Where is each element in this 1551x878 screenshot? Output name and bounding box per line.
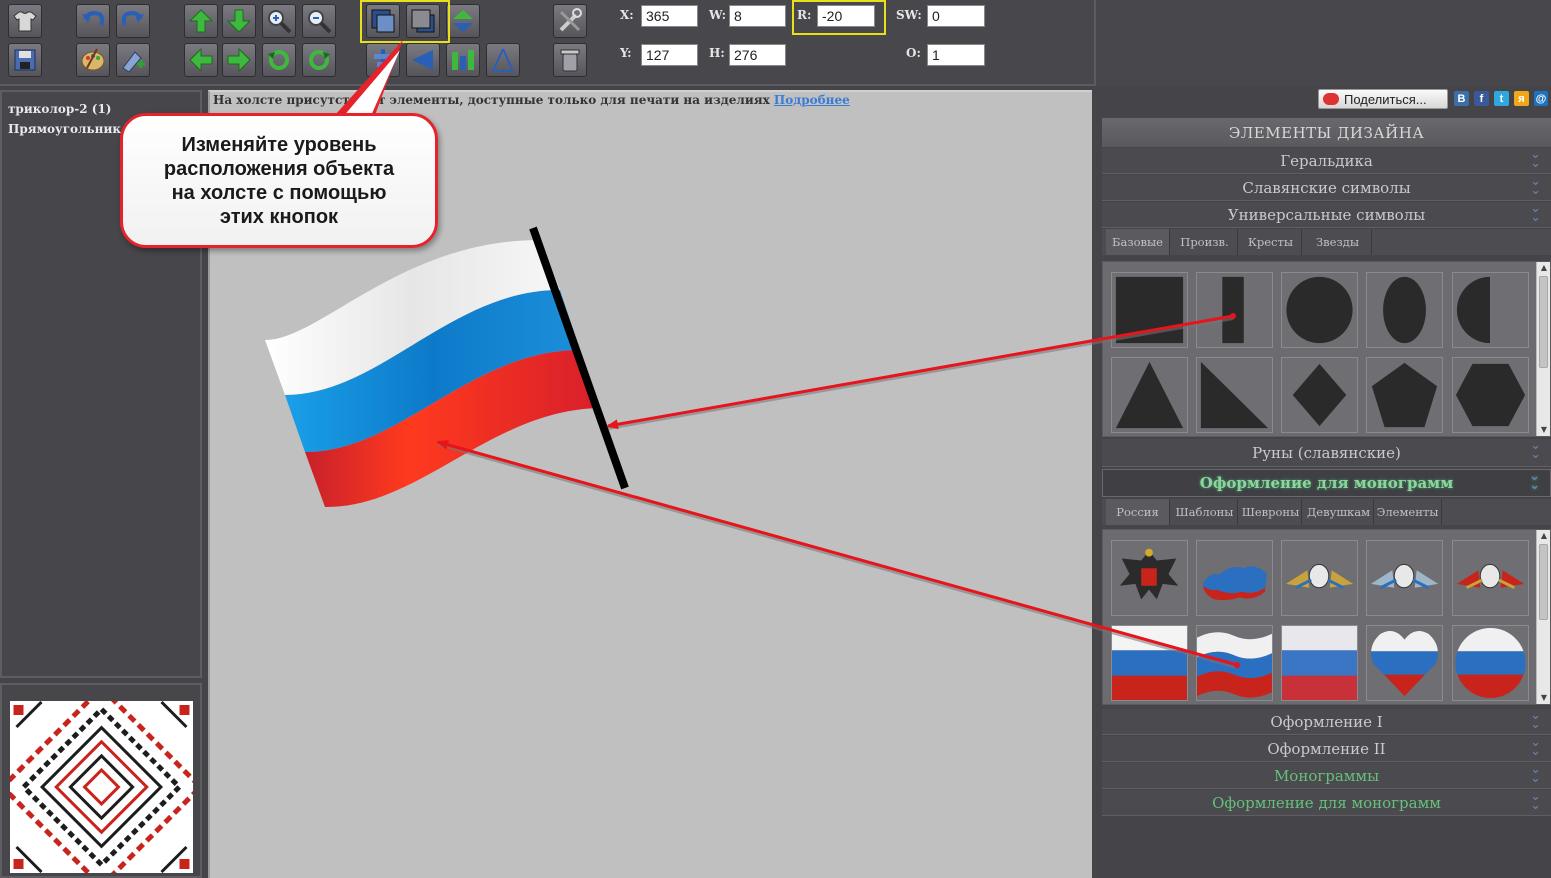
image-coat-of-arms[interactable] — [1111, 540, 1188, 616]
monogram-subtabs: Россия Шаблоны Шевроны Девушкам Элементы — [1102, 499, 1551, 525]
category-monograms[interactable]: Монограммы ⌄ ⌄ — [1102, 763, 1551, 789]
chevron-down-icon: ⌄ ⌄ — [1530, 147, 1541, 171]
scroll-up-icon[interactable]: ▲ — [1537, 530, 1551, 542]
tab-for-girls[interactable]: Девушкам — [1304, 499, 1374, 525]
scroll-thumb[interactable] — [1539, 544, 1548, 620]
chevron-down-icon: ⌄ ⌄ — [1530, 789, 1541, 813]
shape-diamond[interactable] — [1281, 357, 1358, 433]
tab-elements[interactable]: Элементы — [1374, 499, 1442, 525]
shapes-scrollbar[interactable]: ▲ ▼ — [1536, 262, 1550, 436]
category-slavic-symbols[interactable]: Славянские символы ⌄ ⌄ — [1102, 175, 1551, 201]
chevron-down-icon: ⌄ ⌄ — [1529, 469, 1540, 493]
panel-title: ЭЛЕМЕНТЫ ДИЗАЙНА — [1102, 118, 1551, 147]
tooltip-callout: Изменяйте уровень расположения объекта н… — [120, 113, 438, 248]
shape-hexagon[interactable] — [1452, 357, 1529, 433]
shape-half-circle[interactable] — [1452, 272, 1529, 348]
chevron-down-icon: ⌄ ⌄ — [1530, 708, 1541, 732]
twitter-icon[interactable]: t — [1494, 91, 1509, 106]
image-flag-flat[interactable] — [1111, 625, 1188, 701]
scroll-down-icon[interactable]: ▼ — [1537, 424, 1551, 436]
shape-circle[interactable] — [1281, 272, 1358, 348]
scroll-thumb[interactable] — [1539, 276, 1548, 368]
chevron-down-icon: ⌄ ⌄ — [1530, 735, 1541, 759]
tab-derived[interactable]: Произв. — [1172, 229, 1238, 255]
category-monogram-design[interactable]: Оформление для монограмм ⌄ ⌄ — [1102, 469, 1551, 497]
scroll-up-icon[interactable]: ▲ — [1537, 262, 1551, 274]
shape-ellipse[interactable] — [1366, 272, 1443, 348]
odnoklassniki-icon[interactable]: я — [1514, 91, 1529, 106]
chevron-down-icon: ⌄ ⌄ — [1530, 762, 1541, 786]
category-heraldry[interactable]: Геральдика ⌄ ⌄ — [1102, 148, 1551, 174]
vk-icon[interactable]: В — [1454, 91, 1469, 106]
share-icon — [1323, 93, 1339, 105]
shape-triangle[interactable] — [1111, 357, 1188, 433]
image-flag-circle[interactable] — [1452, 625, 1529, 701]
image-ribbon-emblem-1[interactable] — [1281, 540, 1358, 616]
category-label: Оформление для монограмм — [1199, 474, 1454, 492]
tab-russia[interactable]: Россия — [1106, 499, 1170, 525]
category-design-1[interactable]: Оформление I ⌄ ⌄ — [1102, 709, 1551, 735]
tab-stars[interactable]: Звезды — [1304, 229, 1372, 255]
image-flag-wavy[interactable] — [1196, 625, 1273, 701]
shape-pentagon[interactable] — [1366, 357, 1443, 433]
category-label: Славянские символы — [1242, 178, 1411, 197]
monogram-grid: ▲ ▼ — [1102, 529, 1551, 705]
tab-basic[interactable]: Базовые — [1106, 229, 1170, 255]
image-ribbon-emblem-3[interactable] — [1452, 540, 1529, 616]
category-label: Оформление для монограмм — [1212, 793, 1441, 812]
image-flag-heart[interactable] — [1366, 625, 1443, 701]
tab-crosses[interactable]: Кресты — [1240, 229, 1302, 255]
tab-templates[interactable]: Шаблоны — [1172, 499, 1238, 525]
category-label: Оформление II — [1267, 739, 1386, 758]
category-monogram-design-2[interactable]: Оформление для монограмм ⌄ ⌄ — [1102, 790, 1551, 816]
share-label: Поделиться... — [1344, 91, 1427, 107]
image-russia-map[interactable] — [1196, 540, 1273, 616]
tab-chevrons[interactable]: Шевроны — [1240, 499, 1302, 525]
scroll-down-icon[interactable]: ▼ — [1537, 692, 1551, 704]
category-universal-symbols[interactable]: Универсальные символы ⌄ ⌄ — [1102, 202, 1551, 228]
email-icon[interactable]: @ — [1534, 91, 1548, 106]
universal-subtabs: Базовые Произв. Кресты Звезды — [1102, 229, 1551, 255]
chevron-down-icon: ⌄ ⌄ — [1530, 438, 1541, 462]
image-ribbon-emblem-2[interactable] — [1366, 540, 1443, 616]
category-label: Оформление I — [1270, 712, 1383, 731]
shape-square[interactable] — [1111, 272, 1188, 348]
image-flag-textured[interactable] — [1281, 625, 1358, 701]
shapes-grid: ▲ ▼ — [1102, 261, 1551, 437]
category-label: Монограммы — [1273, 766, 1380, 785]
category-label: Руны (славянские) — [1252, 443, 1401, 462]
chevron-down-icon: ⌄ ⌄ — [1530, 174, 1541, 198]
facebook-icon[interactable]: f — [1474, 91, 1489, 106]
callout-text: Изменяйте уровень расположения объекта н… — [163, 133, 395, 228]
design-elements-panel: ЭЛЕМЕНТЫ ДИЗАЙНА Геральдика ⌄ ⌄ Славянски… — [1102, 118, 1551, 828]
chevron-down-icon: ⌄ ⌄ — [1530, 201, 1541, 225]
shape-right-triangle[interactable] — [1196, 357, 1273, 433]
category-runes[interactable]: Руны (славянские) ⌄ ⌄ — [1102, 439, 1551, 467]
category-design-2[interactable]: Оформление II ⌄ ⌄ — [1102, 736, 1551, 762]
share-button[interactable]: Поделиться... — [1318, 89, 1448, 109]
category-label: Универсальные символы — [1227, 205, 1426, 224]
shape-vertical-bar[interactable] — [1196, 272, 1273, 348]
category-label: Геральдика — [1280, 151, 1373, 170]
monogram-scrollbar[interactable]: ▲ ▼ — [1536, 530, 1550, 704]
